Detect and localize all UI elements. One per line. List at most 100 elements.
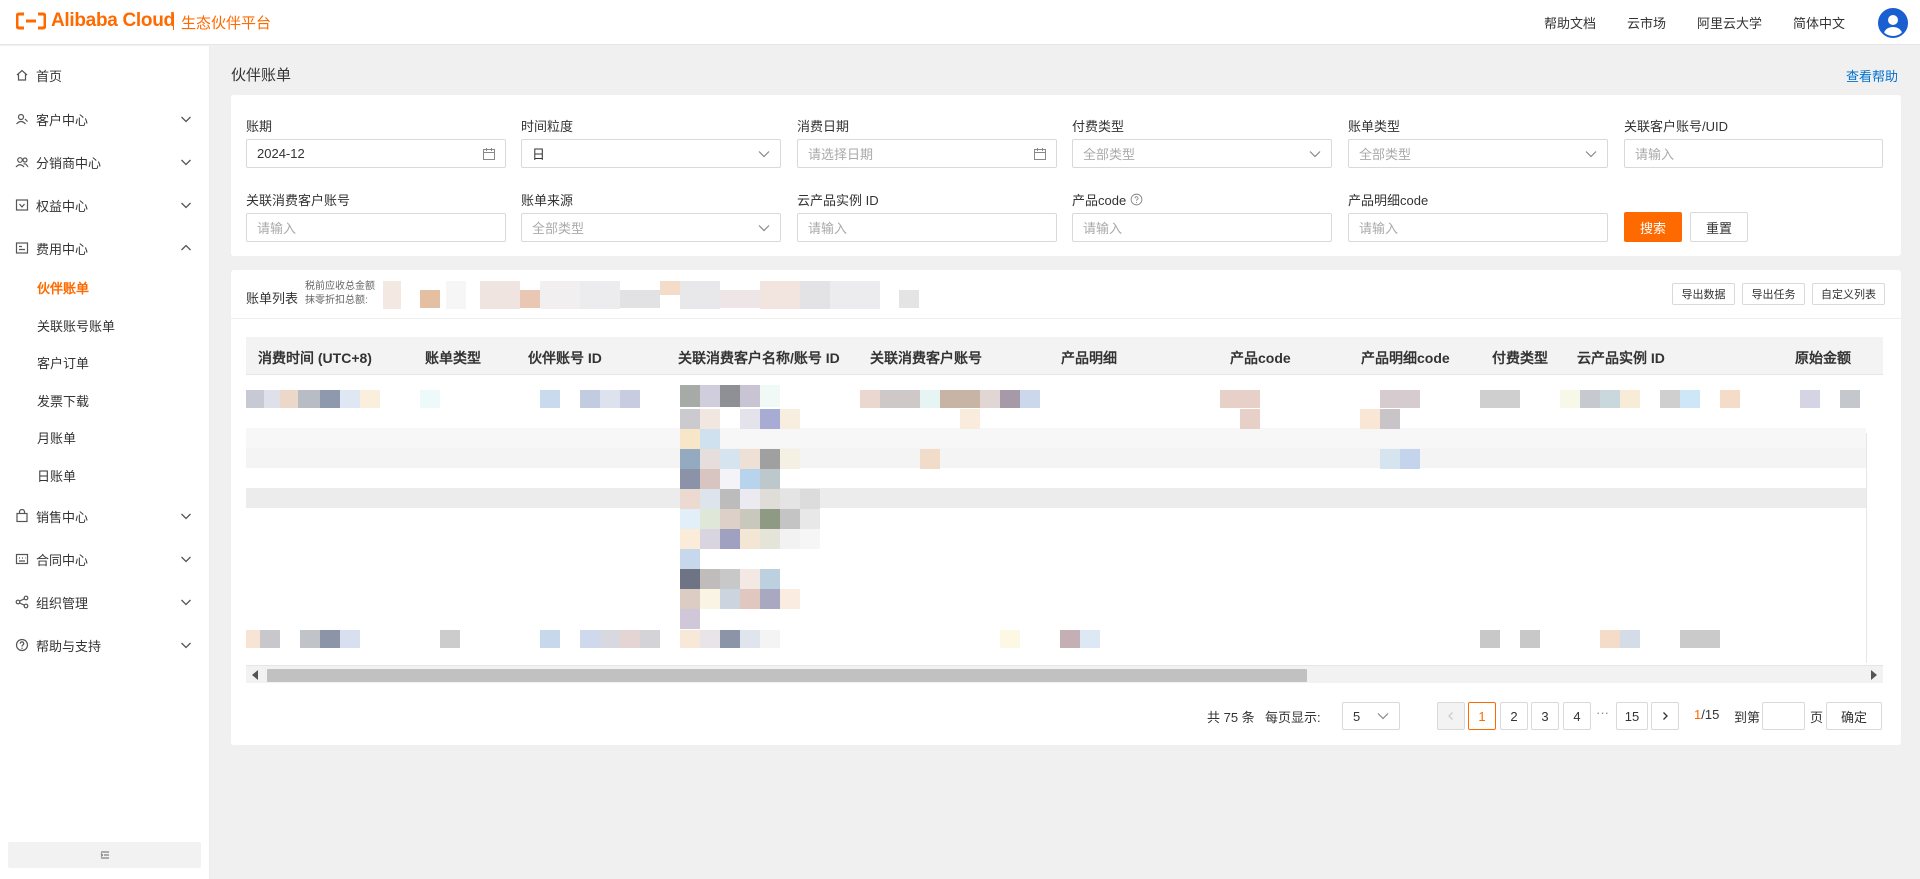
chevron-down-icon	[181, 513, 191, 520]
page-size-value: 5	[1353, 708, 1361, 724]
pay-type-select[interactable]: 全部类型	[1072, 139, 1332, 168]
col-partner-account-id[interactable]: 伙伴账号 ID	[528, 348, 602, 368]
bill-type-placeholder: 全部类型	[1359, 147, 1412, 162]
col-product-detail-code[interactable]: 产品明细code	[1361, 348, 1450, 368]
period-value: 2024-12	[257, 146, 305, 161]
consumer-account-input[interactable]: 请输入	[246, 213, 506, 242]
goto-label: 到第	[1734, 710, 1761, 725]
sidebar-item-billing-center[interactable]: 费用中心	[0, 233, 210, 263]
bill-type-select[interactable]: 全部类型	[1348, 139, 1608, 168]
export-data-button[interactable]: 导出数据	[1672, 283, 1735, 305]
page-button[interactable]: 3	[1531, 702, 1559, 730]
sidebar-item-distributor-center[interactable]: 分销商中心	[0, 147, 210, 177]
sidebar-item-label: 组织管理	[36, 595, 89, 611]
table-row[interactable]	[246, 448, 1866, 468]
table-row[interactable]	[246, 428, 1866, 448]
sidebar-item-sales-center[interactable]: 销售中心	[0, 501, 210, 531]
topnav-language[interactable]: 简体中文	[1793, 13, 1845, 32]
customer-uid-input[interactable]: 请输入	[1624, 139, 1883, 168]
export-tasks-button[interactable]: 导出任务	[1742, 283, 1805, 305]
col-consumer-account[interactable]: 关联消费客户账号	[870, 348, 982, 368]
search-button[interactable]: 搜索	[1624, 212, 1682, 242]
col-consumer-name-id[interactable]: 关联消费客户名称/账号 ID	[678, 348, 840, 368]
product-code-input[interactable]: 请输入	[1072, 213, 1332, 242]
customer-uid-label: 关联客户账号/UID	[1624, 119, 1729, 134]
bill-source-label: 账单来源	[521, 193, 574, 208]
chevron-down-icon	[1377, 713, 1389, 720]
sidebar-item-label: 权益中心	[36, 198, 89, 214]
granularity-select[interactable]: 日	[521, 139, 781, 168]
instance-id-placeholder: 请输入	[808, 221, 848, 236]
table-header: 消费时间 (UTC+8) 账单类型 伙伴账号 ID 关联消费客户名称/账号 ID…	[246, 337, 1883, 375]
alibaba-cloud-logo-icon	[16, 12, 46, 30]
sidebar-subitem-daily-bill[interactable]: 日账单	[37, 466, 76, 485]
col-product-detail[interactable]: 产品明细	[1061, 348, 1117, 368]
chevron-left-icon	[1448, 712, 1453, 720]
sidebar-item-org-management[interactable]: 组织管理	[0, 587, 210, 617]
sidebar-subitem-customer-orders[interactable]: 客户订单	[37, 353, 89, 372]
panel-divider	[231, 318, 1901, 319]
consume-date-picker[interactable]: 请选择日期	[797, 139, 1057, 168]
page-button[interactable]: 15	[1616, 702, 1648, 730]
custom-columns-button[interactable]: 自定义列表	[1812, 283, 1885, 305]
sidebar-subitem-partner-bill[interactable]: 伙伴账单	[37, 278, 89, 297]
bill-source-select[interactable]: 全部类型	[521, 213, 781, 242]
sidebar-item-help-support[interactable]: 帮助与支持	[0, 630, 210, 660]
reset-button[interactable]: 重置	[1690, 212, 1748, 242]
product-detail-code-input[interactable]: 请输入	[1348, 213, 1608, 242]
horizontal-scrollbar[interactable]	[246, 665, 1883, 683]
col-product-code[interactable]: 产品code	[1230, 348, 1291, 368]
avatar[interactable]	[1878, 7, 1908, 38]
col-bill-type[interactable]: 账单类型	[425, 348, 481, 368]
next-page-button[interactable]	[1651, 702, 1679, 730]
brand-logo[interactable]: Alibaba Cloud	[16, 10, 175, 32]
page-button[interactable]: 1	[1468, 702, 1496, 730]
chevron-down-icon	[1309, 151, 1321, 158]
pretax-total-label: 税前应收总金额	[305, 281, 375, 292]
billing-icon	[14, 240, 30, 256]
goto-confirm-button[interactable]: 确定	[1826, 702, 1882, 730]
sidebar-subitem-linked-account-bill[interactable]: 关联账号账单	[37, 316, 115, 335]
goto-page-input[interactable]	[1762, 702, 1805, 730]
prev-page-button[interactable]	[1437, 702, 1465, 730]
sidebar-item-customer-center[interactable]: 客户中心	[0, 104, 210, 134]
question-circle-icon[interactable]	[1130, 193, 1143, 206]
sidebar-subitem-invoice-download[interactable]: 发票下载	[37, 391, 89, 410]
col-original-amount[interactable]: 原始金额	[1795, 348, 1851, 368]
chevron-down-icon	[758, 225, 770, 232]
scroll-right-icon[interactable]	[1871, 670, 1877, 680]
sidebar-collapse-button[interactable]	[8, 842, 201, 868]
col-consume-time[interactable]: 消费时间 (UTC+8)	[258, 348, 372, 368]
sidebar-item-benefit-center[interactable]: 权益中心	[0, 190, 210, 220]
vertical-scrollbar[interactable]	[1866, 433, 1883, 663]
topnav-help-docs[interactable]: 帮助文档	[1544, 13, 1596, 32]
page-indicator: 1/15	[1694, 707, 1719, 722]
customer-uid-placeholder: 请输入	[1635, 147, 1675, 162]
sidebar-item-contract-center[interactable]: 合同中心	[0, 544, 210, 574]
page-ellipsis[interactable]: ···	[1596, 705, 1609, 720]
distributor-icon	[14, 154, 30, 170]
chevron-down-icon	[181, 159, 191, 166]
bill-type-label: 账单类型	[1348, 119, 1401, 134]
instance-id-input[interactable]: 请输入	[797, 213, 1057, 242]
benefit-icon	[14, 197, 30, 213]
page-size-select[interactable]: 5	[1342, 702, 1400, 730]
col-pay-type[interactable]: 付费类型	[1492, 348, 1548, 368]
topnav-university[interactable]: 阿里云大学	[1697, 13, 1762, 32]
scroll-thumb[interactable]	[267, 669, 1307, 682]
sidebar-item-home[interactable]: 首页	[0, 60, 210, 90]
period-picker[interactable]: 2024-12	[246, 139, 506, 168]
bill-list-title: 账单列表	[246, 291, 299, 306]
page-button[interactable]: 2	[1500, 702, 1528, 730]
chevron-right-icon	[1663, 712, 1668, 720]
chevron-down-icon	[758, 151, 770, 158]
view-help-link[interactable]: 查看帮助	[1846, 66, 1898, 85]
product-detail-code-placeholder: 请输入	[1359, 221, 1399, 236]
sidebar-subitem-monthly-bill[interactable]: 月账单	[37, 428, 76, 447]
col-instance-id[interactable]: 云产品实例 ID	[1577, 348, 1665, 368]
scroll-left-icon[interactable]	[252, 670, 258, 680]
sidebar-item-label: 合同中心	[36, 552, 89, 568]
topnav-marketplace[interactable]: 云市场	[1627, 13, 1666, 32]
table-row[interactable]	[246, 488, 1866, 508]
page-button[interactable]: 4	[1563, 702, 1591, 730]
